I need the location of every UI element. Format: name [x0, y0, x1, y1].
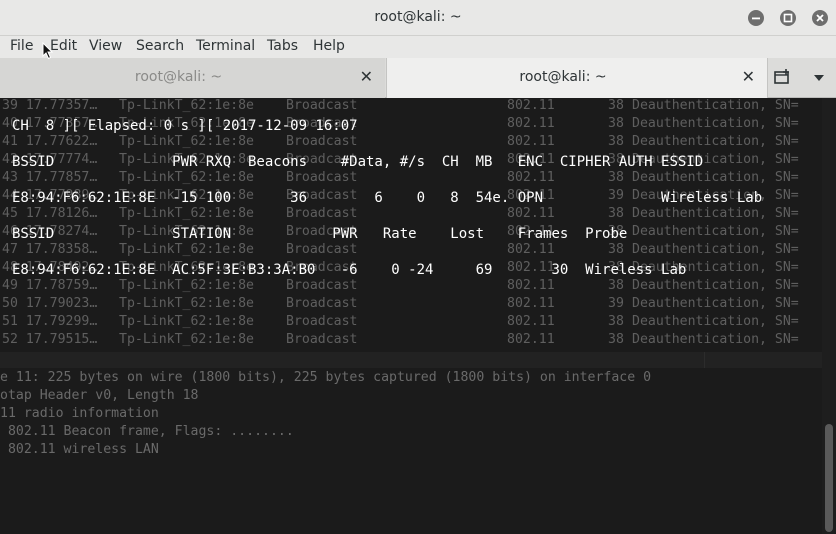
packet-length: 38	[608, 332, 624, 347]
tab-bar: root@kali: ~ ✕ root@kali: ~ ✕	[0, 58, 836, 98]
pane-divider-handle	[704, 352, 814, 368]
tab-label: root@kali: ~	[134, 69, 223, 85]
airodump-status-line: CH 8 ][ Elapsed: 0 s ][ 2017-12-09 16:07	[12, 118, 358, 134]
terminal-area[interactable]: 39 17.77357… Tp-LinkT_62:1e:8e Broadcast 80…	[0, 98, 836, 534]
tab-terminal-1[interactable]: root@kali: ~ ✕	[0, 58, 385, 98]
packet-number: 51 17.79299…	[2, 314, 98, 329]
packet-protocol: 802.11	[507, 296, 555, 311]
detail-line: 802.11 Beacon frame, Flags: ........	[0, 424, 294, 439]
airodump-ap-row: E8:94:F6:62:1E:8E -15 100 36 6 0 8 54e. …	[12, 190, 763, 206]
packet-source: Tp-LinkT_62:1e:8e	[119, 314, 254, 329]
menu-view[interactable]: View	[89, 38, 122, 54]
detail-line: e 11: 225 bytes on wire (1800 bits), 225…	[0, 370, 652, 385]
menu-file[interactable]: File	[10, 38, 33, 54]
airodump-output: CH 8 ][ Elapsed: 0 s ][ 2017-12-09 16:07…	[0, 98, 836, 298]
scrollbar-thumb[interactable]	[825, 424, 833, 532]
packet-source: Tp-LinkT_62:1e:8e	[119, 332, 254, 347]
close-icon	[816, 14, 824, 22]
detail-line: 802.11 wireless LAN	[0, 442, 159, 457]
minimize-icon	[752, 17, 760, 20]
menu-help[interactable]: Help	[313, 38, 345, 54]
tab-menu-button[interactable]	[812, 70, 826, 84]
minimize-button[interactable]	[748, 10, 764, 26]
menu-search[interactable]: Search	[136, 38, 184, 54]
maximize-icon	[783, 13, 793, 23]
new-tab-icon	[774, 69, 789, 84]
packet-protocol: 802.11	[507, 332, 555, 347]
maximize-button[interactable]	[780, 10, 796, 26]
airodump-station-row: E8:94:F6:62:1E:8E AC:5F:3E:B3:3A:B0 -6 0…	[12, 262, 687, 278]
packet-info: Deauthentication, SN=	[632, 314, 799, 329]
airodump-station-header: BSSID STATION PWR Rate Lost Frames Probe	[12, 226, 628, 242]
tab-close-button[interactable]: ✕	[742, 69, 755, 85]
detail-line: 11 radio information	[0, 406, 159, 421]
packet-info: Deauthentication, SN=	[632, 332, 799, 347]
menu-tabs[interactable]: Tabs	[267, 38, 298, 54]
packet-destination: Broadcast	[286, 314, 358, 329]
packet-destination: Broadcast	[286, 332, 358, 347]
title-bar[interactable]: root@kali: ~	[0, 0, 836, 36]
menu-edit[interactable]: Edit	[50, 38, 77, 54]
chevron-down-icon	[814, 75, 824, 81]
menu-bar: File Edit View Search Terminal Tabs Help	[0, 36, 836, 58]
tab-label: root@kali: ~	[519, 69, 607, 85]
close-window-button[interactable]	[812, 10, 828, 26]
packet-destination: Broadcast	[286, 296, 358, 311]
menu-terminal[interactable]: Terminal	[196, 38, 255, 54]
mouse-pointer-icon	[42, 42, 54, 60]
window-title: root@kali: ~	[374, 9, 462, 25]
packet-length: 39	[608, 296, 624, 311]
packet-number: 52 17.79515…	[2, 332, 98, 347]
airodump-ap-header: BSSID PWR RXQ Beacons #Data, #/s CH MB E…	[12, 154, 704, 170]
packet-length: 38	[608, 314, 624, 329]
tab-terminal-2[interactable]: root@kali: ~ ✕	[386, 58, 768, 98]
packet-number: 50 17.79023…	[2, 296, 98, 311]
packet-info: Deauthentication, SN=	[632, 296, 799, 311]
packet-source: Tp-LinkT_62:1e:8e	[119, 296, 254, 311]
new-tab-button[interactable]	[772, 67, 794, 89]
detail-line: otap Header v0, Length 18	[0, 388, 199, 403]
packet-protocol: 802.11	[507, 314, 555, 329]
terminal-scrollbar[interactable]	[822, 98, 836, 534]
tab-close-button[interactable]: ✕	[360, 69, 373, 85]
